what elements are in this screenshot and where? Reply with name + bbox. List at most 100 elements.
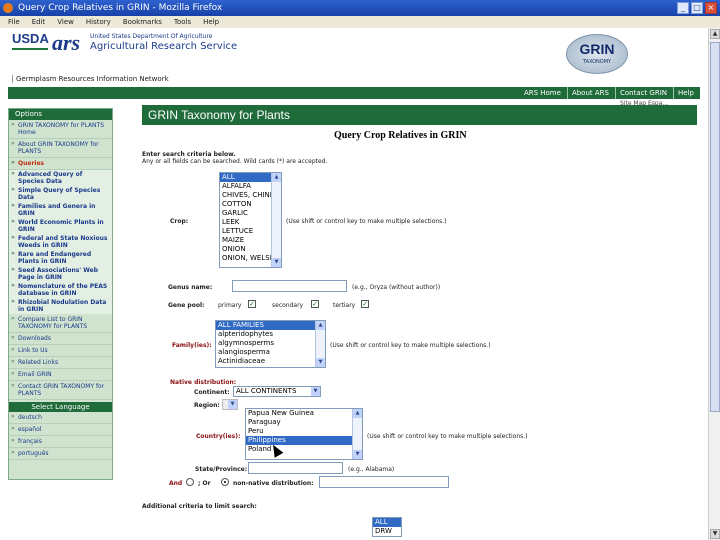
scroll-up-icon[interactable]: ▲: [272, 173, 281, 182]
scroll-up-icon[interactable]: ▲: [316, 321, 325, 330]
close-button[interactable]: ×: [705, 2, 717, 14]
family-option[interactable]: ALL FAMILIES: [216, 321, 325, 330]
agency-name: Agricultural Research Service: [90, 41, 238, 52]
country-note: (Use shift or control key to make multip…: [367, 433, 528, 440]
state-input[interactable]: [248, 462, 343, 474]
family-label: Family(ies):: [172, 342, 212, 349]
non-native-input[interactable]: [319, 476, 449, 488]
region-label: Region:: [194, 402, 220, 409]
sidebar-sub-families-genera[interactable]: Families and Genera in GRIN: [9, 202, 112, 218]
instructions-line-2: Any or all fields can be searched. Wild …: [142, 158, 328, 165]
sidebar-sub-simple-query[interactable]: Simple Query of Species Data: [9, 186, 112, 202]
ars-home-link[interactable]: ARS Home: [520, 87, 561, 99]
crop-listbox[interactable]: ALL ALFALFA CHIVES, CHINESE COTTON GARLI…: [219, 172, 282, 268]
scroll-up-icon[interactable]: ▲: [353, 409, 362, 418]
scroll-up-icon[interactable]: ▲: [710, 29, 720, 39]
top-nav-bar: ARS Home About ARS Contact GRIN Help: [8, 87, 700, 99]
sidebar-item-contact[interactable]: Contact GRIN TAXONOMY for PLANTS: [9, 381, 112, 400]
contact-grin-link[interactable]: Contact GRIN: [614, 87, 667, 99]
options-heading: Options: [9, 109, 112, 120]
family-listbox-scrollbar[interactable]: ▲ ▼: [315, 321, 325, 367]
family-note: (Use shift or control key to make multip…: [330, 342, 491, 349]
sidebar: Options GRIN TAXONOMY for PLANTS Home Ab…: [8, 108, 113, 480]
sidebar-item-email-grin[interactable]: Email GRIN: [9, 369, 112, 381]
gene-pool-label: Gene pool:: [168, 302, 205, 309]
country-option[interactable]: Papua New Guinea: [246, 409, 362, 418]
menu-file[interactable]: File: [8, 16, 20, 28]
family-option[interactable]: alpteridophytes: [216, 330, 325, 339]
instructions-line-1: Enter search criteria below.: [142, 151, 236, 158]
gene-pool-tertiary-checkbox[interactable]: ✓: [361, 300, 369, 308]
help-link[interactable]: Help: [673, 87, 694, 99]
sidebar-item-link-to-us[interactable]: Link to Us: [9, 345, 112, 357]
window-titlebar: Query Crop Relatives in GRIN - Mozilla F…: [0, 0, 720, 16]
sidebar-sub-rhizobial-data[interactable]: Rhizobial Nodulation Data in GRIN: [9, 298, 112, 314]
or-label: ; Or: [198, 480, 211, 487]
or-radio[interactable]: [221, 478, 229, 486]
family-option[interactable]: alangiosperma: [216, 348, 325, 357]
about-ars-link[interactable]: About ARS: [566, 87, 609, 99]
sidebar-item-about[interactable]: About GRIN TAXONOMY for PLANTS: [9, 139, 112, 158]
menu-bookmarks[interactable]: Bookmarks: [123, 16, 162, 28]
firefox-icon: [3, 3, 13, 13]
scroll-down-icon[interactable]: ▼: [316, 358, 325, 367]
genus-input[interactable]: [232, 280, 347, 292]
crop-listbox-scrollbar[interactable]: ▲ ▼: [271, 173, 281, 267]
country-listbox[interactable]: Papua New Guinea Paraguay Peru Philippin…: [245, 408, 363, 460]
menu-view[interactable]: View: [57, 16, 74, 28]
additional-option[interactable]: DRW: [373, 527, 401, 536]
scroll-down-icon[interactable]: ▼: [272, 258, 281, 267]
sidebar-sub-rare-plants[interactable]: Rare and Endangered Plants in GRIN: [9, 250, 112, 266]
sidebar-sub-advanced-query[interactable]: Advanced Query of Species Data: [9, 170, 112, 186]
minimize-button[interactable]: _: [677, 2, 689, 14]
sidebar-sub-economic-plants[interactable]: World Economic Plants in GRIN: [9, 218, 112, 234]
ars-logo[interactable]: ars: [52, 32, 86, 56]
sidebar-item-compare-list[interactable]: Compare List to GRIN TAXONOMY for PLANTS: [9, 314, 112, 333]
scrollbar-thumb[interactable]: [710, 42, 720, 412]
menu-tools[interactable]: Tools: [174, 16, 191, 28]
country-option[interactable]: Peru: [246, 427, 362, 436]
scroll-down-icon[interactable]: ▼: [353, 450, 362, 459]
sidebar-sub-noxious-weeds[interactable]: Federal and State Noxious Weeds in GRIN: [9, 234, 112, 250]
usda-logo[interactable]: USDA: [12, 32, 50, 56]
additional-listbox[interactable]: ALL DRW: [372, 517, 402, 537]
country-option[interactable]: Paraguay: [246, 418, 362, 427]
and-radio[interactable]: [186, 478, 194, 486]
gene-pool-secondary-checkbox[interactable]: ✓: [311, 300, 319, 308]
menu-edit[interactable]: Edit: [32, 16, 46, 28]
maximize-button[interactable]: □: [691, 2, 703, 14]
language-portugues[interactable]: português: [9, 448, 112, 460]
additional-option[interactable]: ALL: [373, 518, 401, 527]
grin-taxonomy-logo[interactable]: GRIN TAXONOMY: [566, 34, 628, 74]
gene-pool-primary-checkbox[interactable]: ✓: [248, 300, 256, 308]
continent-label: Continent:: [194, 389, 230, 396]
country-listbox-scrollbar[interactable]: ▲ ▼: [352, 409, 362, 459]
family-option[interactable]: algymnosperms: [216, 339, 325, 348]
country-option[interactable]: Poland: [246, 445, 362, 454]
native-distribution-label: Native distribution:: [170, 379, 237, 386]
scroll-down-icon[interactable]: ▼: [710, 529, 720, 539]
window-controls: _ □ ×: [677, 2, 717, 14]
continent-select[interactable]: ALL CONTINENTS ▼: [233, 386, 321, 397]
sidebar-sub-peas-nomenclature[interactable]: Nomenclature of the PEAS database in GRI…: [9, 282, 112, 298]
language-espanol[interactable]: español: [9, 424, 112, 436]
country-option[interactable]: Philippines: [246, 436, 362, 445]
region-select[interactable]: ▼: [222, 399, 238, 410]
sidebar-item-home[interactable]: GRIN TAXONOMY for PLANTS Home: [9, 120, 112, 139]
family-listbox[interactable]: ALL FAMILIES alpteridophytes algymnosper…: [215, 320, 326, 368]
sidebar-item-queries[interactable]: Queries: [9, 158, 112, 170]
gene-pool-primary-label: primary: [218, 302, 242, 309]
page-scrollbar[interactable]: ▲ ▼: [708, 28, 720, 540]
language-deutsch[interactable]: deutsch: [9, 412, 112, 424]
sidebar-sub-seed-associations[interactable]: Seed Associations' Web Page in GRIN: [9, 266, 112, 282]
menu-help[interactable]: Help: [203, 16, 219, 28]
sidebar-item-downloads[interactable]: Downloads: [9, 333, 112, 345]
crop-note: (Use shift or control key to make multip…: [286, 218, 447, 225]
genus-label: Genus name:: [168, 284, 213, 291]
state-note: (e.g., Alabama): [348, 466, 395, 473]
language-francais[interactable]: français: [9, 436, 112, 448]
menu-history[interactable]: History: [86, 16, 111, 28]
family-option[interactable]: Actinidiaceae: [216, 357, 325, 366]
non-native-label: non-native distribution:: [233, 480, 314, 487]
sidebar-item-related-links[interactable]: Related Links: [9, 357, 112, 369]
